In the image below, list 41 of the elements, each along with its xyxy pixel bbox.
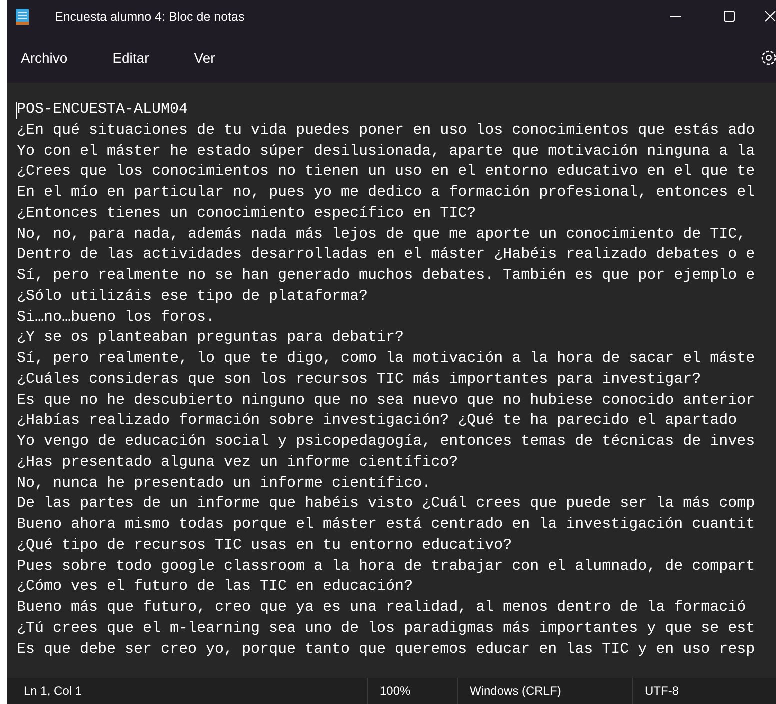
text-line: Sí, pero realmente, lo que te digo, como la motivación a la hora de sacar el máste	[17, 349, 756, 369]
window-title: Encuesta alumno 4: Bloc de notas	[55, 10, 246, 24]
text-line: Bueno ahora mismo todas porque el máster está centrado en la investigación cuantit	[17, 515, 756, 535]
close-icon[interactable]	[765, 11, 776, 22]
text-line: ¿Tú crees que el m-learning sea uno de los paradigmas más importantes y que se est	[17, 618, 756, 639]
line-ending: Windows (CRLF)	[457, 678, 632, 704]
settings-icon[interactable]	[760, 49, 776, 67]
text-line: Bueno más que futuro, creo que ya es una realidad, al menos dentro de la formació	[17, 598, 746, 618]
text-line: Pues sobre todo google classroom a la hora de trabajar con el alumnado, de compart	[17, 556, 756, 576]
text-line: Es que no he descubierto ninguno que no sea nuevo que no hubiese conocido anterior	[17, 390, 756, 410]
text-line: ¿Cómo ves el futuro de las TIC en educación?	[17, 577, 414, 598]
notepad-icon	[16, 8, 29, 24]
maximize-icon[interactable]	[724, 11, 734, 22]
text-line: No, nunca he presentado un informe científico.	[17, 474, 432, 494]
text-line: Sí, pero realmente no se han generado muchos debates. También es que por ejemplo e	[17, 266, 756, 286]
zoom-level: 100%	[367, 678, 457, 704]
cursor-position: Ln 1, Col 1	[23, 684, 84, 698]
menu-item[interactable]: Archivo	[14, 44, 82, 72]
menu-item[interactable]: Ver	[187, 44, 230, 72]
text-line: ¿Sólo utilizáis ese tipo de plataforma?	[17, 286, 368, 307]
text-line: Yo con el máster he estado súper desilusionada, aparte que motivación ninguna a la	[17, 142, 756, 162]
text-line: ¿Y se os planteaban preguntas para debatir?	[17, 328, 404, 348]
text-line: Yo vengo de educación social y psicopedagogía, entonces temas de técnicas de inves	[17, 432, 756, 452]
minimize-icon[interactable]	[670, 16, 680, 18]
text-caret	[16, 102, 17, 119]
text-line: ¿Has presentado alguna vez un informe científico?	[17, 452, 458, 473]
text-line: ¿Qué tipo de recursos TIC usas en tu entorno educativo?	[17, 536, 512, 556]
text-line: ¿En qué situaciones de tu vida puedes poner en uso los conocimientos que estás ado	[17, 120, 756, 141]
menu-item[interactable]: Editar	[106, 44, 164, 72]
text-line: Si…no…bueno los foros.	[17, 308, 216, 328]
text-line: Es que debe ser creo yo, porque tanto que queremos educar en las TIC y en uso resp	[17, 640, 756, 660]
text-line: De las partes de un informe que habéis visto ¿Cuál crees que puede ser la más comp	[17, 494, 756, 514]
text-line: ¿Cuáles consideras que son los recursos TIC más importantes para investigar?	[17, 370, 702, 390]
text-line: ¿Entonces tienes un conocimiento específico en TIC?	[17, 204, 476, 224]
text-line: ¿Crees que los conocimientos no tienen un uso en el entorno educativo en el que te	[17, 162, 756, 182]
text-line: Dentro de las actividades desarrolladas en el máster ¿Habéis realizado debates o e	[17, 245, 756, 266]
encoding: UTF-8	[632, 678, 679, 704]
text-line: En el mío en particular no, pues yo me dedico a formación profesional, entonces el	[17, 183, 756, 203]
text-line: ¿Habías realizado formación sobre investigación? ¿Qué te ha parecido el apartado	[17, 411, 738, 432]
text-line: POS-ENCUESTA-ALUM04	[17, 100, 188, 120]
text-line: No, no, para nada, además nada más lejos de que me aporte un conocimiento de TIC,	[17, 224, 746, 244]
